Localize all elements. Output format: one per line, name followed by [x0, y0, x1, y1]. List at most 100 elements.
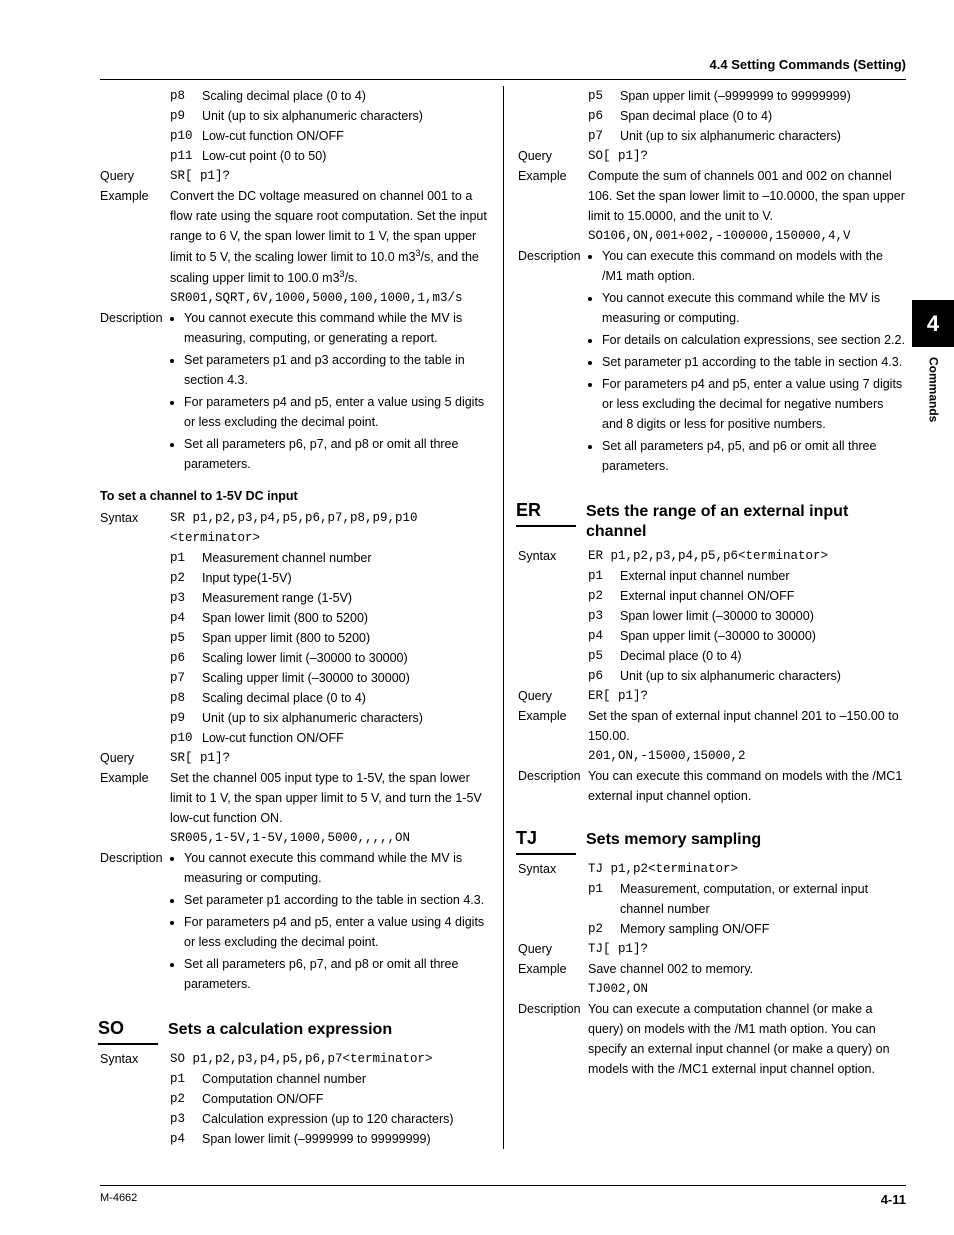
param-desc: Span lower limit (800 to 5200) [202, 608, 489, 628]
label-example: Example [518, 959, 588, 999]
description-list: You cannot execute this command while th… [170, 308, 489, 474]
example-code: SR005,1-5V,1-5V,1000,5000,,,,,ON [170, 828, 489, 848]
param-name: p4 [170, 1129, 202, 1149]
param-name: p5 [588, 86, 620, 106]
param-desc: Scaling decimal place (0 to 4) [202, 688, 489, 708]
label-query: Query [518, 939, 588, 959]
footer: M-4662 4-11 [100, 1185, 906, 1211]
param-desc: Scaling decimal place (0 to 4) [202, 86, 489, 106]
param-desc: Computation ON/OFF [202, 1089, 489, 1109]
list-item: You cannot execute this command while th… [602, 288, 906, 328]
query-code: TJ[ p1]? [588, 939, 906, 959]
param-name: p2 [588, 919, 620, 939]
query-code: ER[ p1]? [588, 686, 906, 706]
param-name: p6 [170, 648, 202, 668]
er-params: p1External input channel number p2Extern… [588, 566, 906, 686]
param-name: p4 [170, 608, 202, 628]
param-name: p3 [170, 588, 202, 608]
command-er: ER [516, 496, 576, 527]
param-desc: Low-cut function ON/OFF [202, 126, 489, 146]
label-description: Description [518, 246, 588, 478]
param-desc: Scaling upper limit (–30000 to 30000) [202, 668, 489, 688]
right-column: p5Span upper limit (–9999999 to 99999999… [503, 86, 906, 1149]
example-code: SO106,ON,001+002,-100000,150000,4,V [588, 226, 906, 246]
param-desc: Decimal place (0 to 4) [620, 646, 906, 666]
param-name: p8 [170, 688, 202, 708]
param-desc: Span upper limit (800 to 5200) [202, 628, 489, 648]
query-code: SR[ p1]? [170, 166, 489, 186]
param-name: p10 [170, 126, 202, 146]
label-description: Description [518, 999, 588, 1079]
param-desc: Memory sampling ON/OFF [620, 919, 906, 939]
sr-1-5v-params: p1Measurement channel number p2Input typ… [170, 548, 489, 748]
label-description: Description [100, 848, 170, 996]
subheading: To set a channel to 1-5V DC input [100, 486, 489, 506]
description-list: You cannot execute this command while th… [170, 848, 489, 994]
list-item: For details on calculation expressions, … [602, 330, 906, 350]
param-name: p2 [588, 586, 620, 606]
param-name: p1 [588, 566, 620, 586]
param-desc: Unit (up to six alphanumeric characters) [620, 666, 906, 686]
param-desc: Span decimal place (0 to 4) [620, 106, 906, 126]
list-item: Set parameter p1 according to the table … [602, 352, 906, 372]
param-name: p5 [588, 646, 620, 666]
param-desc: Computation channel number [202, 1069, 489, 1089]
param-desc: Span upper limit (–30000 to 30000) [620, 626, 906, 646]
left-column: p8Scaling decimal place (0 to 4) p9Unit … [100, 86, 503, 1149]
param-name: p6 [588, 666, 620, 686]
sr-top-params: p8Scaling decimal place (0 to 4) p9Unit … [170, 86, 489, 166]
label-example: Example [100, 186, 170, 308]
param-name: p9 [170, 106, 202, 126]
footer-left: M-4662 [100, 1190, 137, 1211]
param-desc: Scaling lower limit (–30000 to 30000) [202, 648, 489, 668]
param-name: p11 [170, 146, 202, 166]
chapter-label: Commands [923, 347, 942, 432]
syntax-code: TJ p1,p2<terminator> [588, 859, 906, 879]
param-name: p3 [170, 1109, 202, 1129]
command-so-title: Sets a calculation expression [168, 1020, 392, 1040]
page: 4.4 Setting Commands (Setting) 4 Command… [0, 0, 954, 1235]
param-desc: Input type(1-5V) [202, 568, 489, 588]
example-text: Save channel 002 to memory. TJ002,ON [588, 959, 906, 999]
param-desc: Span lower limit (–30000 to 30000) [620, 606, 906, 626]
param-desc: Calculation expression (up to 120 charac… [202, 1109, 489, 1129]
label-query: Query [100, 166, 170, 186]
list-item: For parameters p4 and p5, enter a value … [602, 374, 906, 434]
list-item: For parameters p4 and p5, enter a value … [184, 912, 489, 952]
query-code: SO[ p1]? [588, 146, 906, 166]
so-params-b: p5Span upper limit (–9999999 to 99999999… [588, 86, 906, 146]
param-name: p9 [170, 708, 202, 728]
param-desc: Measurement, computation, or external in… [620, 879, 906, 919]
param-name: p4 [588, 626, 620, 646]
example-text: Compute the sum of channels 001 and 002 … [588, 166, 906, 246]
param-name: p2 [170, 568, 202, 588]
list-item: Set parameters p1 and p3 according to th… [184, 350, 489, 390]
param-desc: Unit (up to six alphanumeric characters) [202, 106, 489, 126]
param-name: p1 [170, 1069, 202, 1089]
description-list: You can execute this command on models w… [588, 246, 906, 476]
command-tj: TJ [516, 824, 576, 855]
label-example: Example [100, 768, 170, 848]
param-name: p2 [170, 1089, 202, 1109]
header-rule [100, 79, 906, 80]
command-so: SO [98, 1014, 158, 1045]
label-example: Example [518, 166, 588, 246]
command-er-title: Sets the range of an external input chan… [586, 502, 906, 542]
param-name: p6 [588, 106, 620, 126]
param-desc: Measurement range (1-5V) [202, 588, 489, 608]
syntax-code: SO p1,p2,p3,p4,p5,p6,p7<terminator> [170, 1049, 489, 1069]
param-desc: Span upper limit (–9999999 to 99999999) [620, 86, 906, 106]
query-code: SR[ p1]? [170, 748, 489, 768]
param-name: p7 [588, 126, 620, 146]
label-syntax: Syntax [100, 1049, 170, 1069]
side-tab: 4 Commands [912, 300, 954, 439]
param-desc: External input channel number [620, 566, 906, 586]
param-desc: Measurement channel number [202, 548, 489, 568]
description-text: You can execute a computation channel (o… [588, 999, 906, 1079]
list-item: You cannot execute this command while th… [184, 848, 489, 888]
param-desc: Unit (up to six alphanumeric characters) [620, 126, 906, 146]
example-code: TJ002,ON [588, 979, 906, 999]
command-tj-title: Sets memory sampling [586, 830, 761, 850]
description-text: You can execute this command on models w… [588, 766, 906, 806]
section-header: 4.4 Setting Commands (Setting) [100, 55, 906, 76]
